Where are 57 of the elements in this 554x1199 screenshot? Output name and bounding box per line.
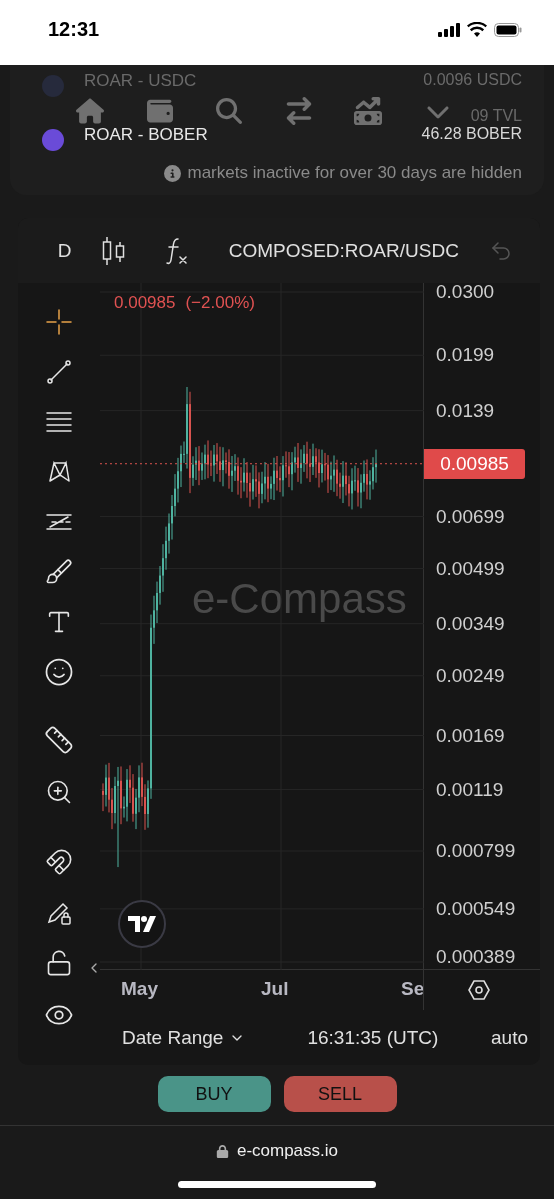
chart-logo[interactable]	[118, 900, 166, 948]
token-icon	[42, 129, 64, 151]
symbol-button[interactable]: COMPOSED:ROAR/USDC	[216, 230, 472, 271]
price-label: 0.00349	[436, 612, 505, 635]
wifi-icon	[467, 22, 487, 37]
ruler-icon	[44, 725, 74, 755]
home-icon	[76, 97, 104, 125]
last-price-badge: 0.00985	[424, 448, 525, 479]
market-pair: ROAR - USDC	[84, 71, 198, 91]
signal-icon	[438, 22, 460, 37]
smiley-icon	[44, 657, 74, 687]
time-label: May	[121, 978, 158, 1000]
utc-time: 16:31:35 (UTC)	[307, 1026, 439, 1049]
date-range-button[interactable]: Date Range	[122, 1026, 246, 1049]
battery-icon	[494, 22, 522, 37]
price-label: 0.00699	[436, 505, 505, 528]
market-tvl: 09 TVL	[470, 107, 522, 125]
lock-open-icon	[45, 949, 73, 977]
search-icon	[216, 98, 243, 124]
info-icon	[164, 164, 182, 182]
money-chart-button[interactable]	[352, 95, 385, 127]
clock: 12:31	[48, 18, 100, 41]
market-price: 46.28 BOBER	[421, 125, 522, 143]
market-price: 0.0096 USDC	[423, 71, 522, 89]
crosshair-icon	[44, 307, 74, 337]
legend-change: (−2.00%)	[185, 293, 255, 313]
swap-arrows-icon	[284, 97, 313, 125]
price-label: 0.000389	[436, 946, 516, 968]
price-label: 0.00169	[436, 724, 505, 747]
price-label: 0.00249	[436, 664, 505, 687]
hidden-markets-note: markets inactive for over 30 days are hidden	[187, 163, 522, 183]
price-label: 0.0300	[436, 281, 495, 303]
url-text[interactable]: e-compass.io	[236, 1141, 339, 1161]
buy-button[interactable]: BUY	[157, 1076, 271, 1112]
lock-icon	[215, 1144, 229, 1158]
scale-mode[interactable]: auto	[491, 1026, 528, 1049]
price-label: 0.0199	[436, 344, 495, 367]
price-label: 0.0139	[436, 399, 495, 422]
time-label: Jul	[261, 978, 289, 1000]
trend-line-icon	[44, 357, 74, 387]
wallet-icon	[146, 98, 173, 124]
interval-button[interactable]: D	[40, 230, 89, 271]
legend-price: 0.00985	[114, 293, 176, 313]
magnet-icon	[45, 848, 73, 876]
price-label: 0.000549	[436, 897, 516, 920]
time-label: Se	[401, 978, 423, 1000]
brush-icon	[45, 558, 73, 586]
price-label: 0.000799	[436, 840, 516, 862]
price-label: 0.00119	[436, 778, 504, 801]
market-pair: ROAR - BOBER	[84, 125, 209, 145]
token-icon	[42, 75, 64, 97]
sell-button[interactable]: SELL	[283, 1076, 397, 1112]
price-label: 0.00499	[436, 557, 505, 580]
settings-icon[interactable]	[467, 978, 491, 1002]
candles-icon	[100, 235, 127, 266]
zoom-in-icon	[45, 778, 73, 806]
money-chart-icon	[354, 97, 383, 125]
